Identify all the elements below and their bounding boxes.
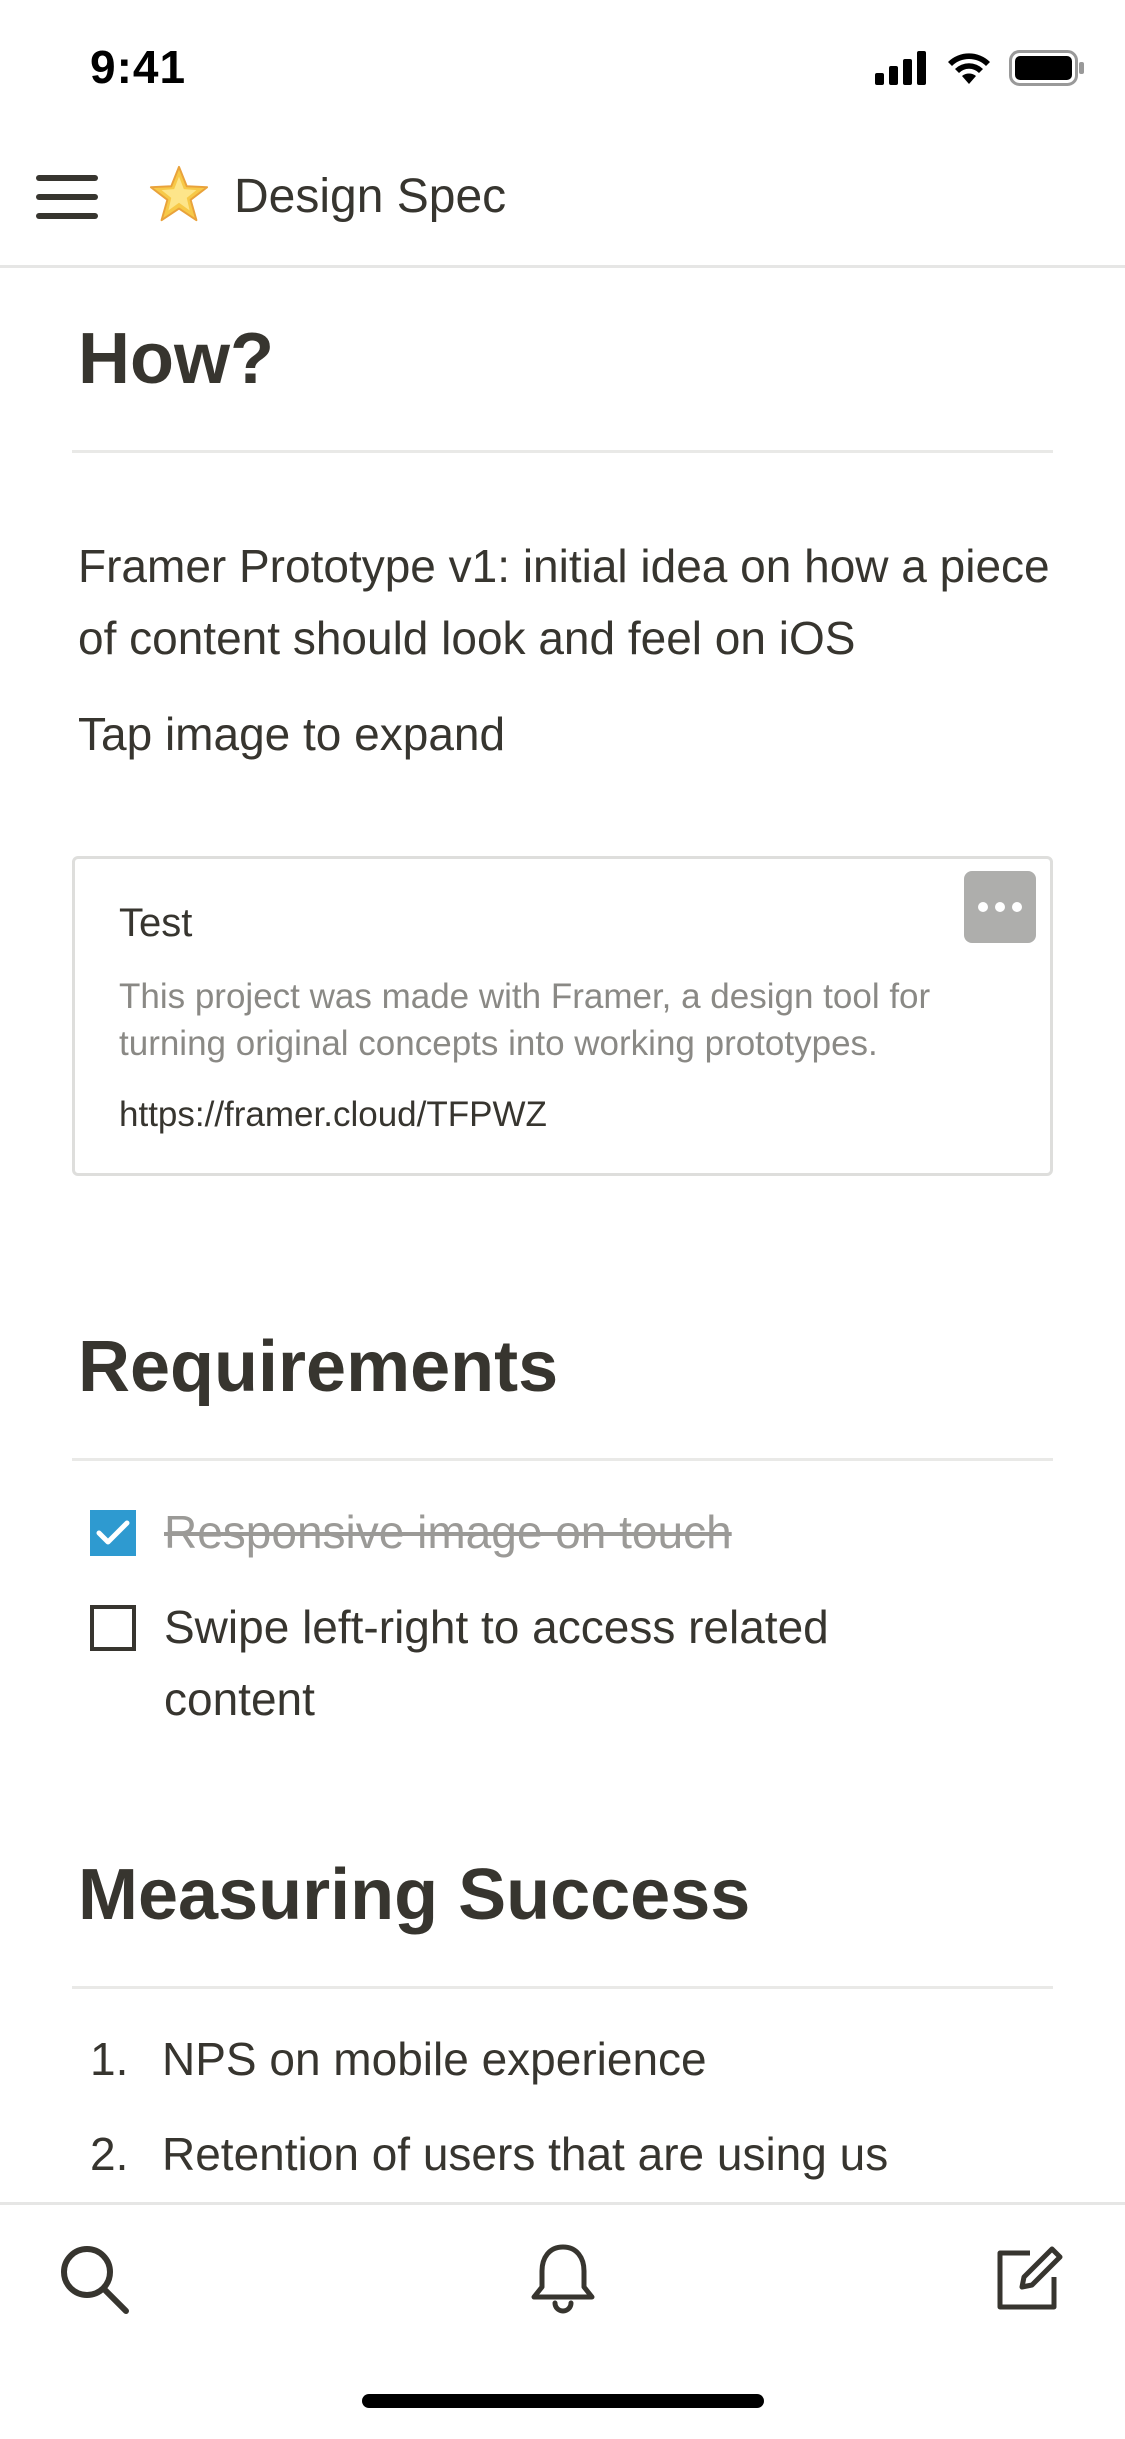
numbered-list-item: 2. Retention of users that are using us (90, 2118, 888, 2190)
bell-icon[interactable] (525, 2241, 601, 2317)
embed-description: This project was made with Framer, a des… (119, 977, 931, 1063)
battery-icon (1009, 50, 1084, 86)
paragraph: Framer Prototype v1: initial idea on how… (78, 540, 1050, 664)
top-bar: Design Spec (0, 135, 1125, 268)
menu-icon (36, 175, 98, 181)
divider (72, 450, 1053, 453)
divider (72, 1986, 1053, 1989)
list-text: NPS on mobile experience (162, 2033, 707, 2085)
status-icons (875, 48, 1085, 88)
heading-requirements: Requirements (78, 1327, 559, 1407)
list-number: 2. (90, 2128, 129, 2180)
todo-item[interactable]: Swipe left-right to access related conte… (90, 1591, 924, 1735)
signal-icon (875, 51, 926, 85)
framer-embed[interactable]: Test This project was made with Framer, … (72, 856, 1053, 1176)
checkbox-unchecked[interactable] (90, 1605, 136, 1651)
menu-button[interactable] (36, 171, 98, 223)
status-time: 9:41 (90, 41, 187, 93)
todo-text: Responsive image on touch (164, 1506, 732, 1558)
list-number: 1. (90, 2033, 129, 2085)
status-bar: 9:41 (0, 0, 1125, 135)
heading-how: How? (78, 319, 274, 399)
embed-title: Test (119, 901, 193, 945)
heading-measuring-success: Measuring Success (78, 1855, 751, 1935)
divider (72, 1458, 1053, 1461)
numbered-list-item: 1. NPS on mobile experience (90, 2023, 707, 2095)
todo-text: Swipe left-right to access related conte… (164, 1601, 829, 1725)
wifi-icon (948, 53, 990, 84)
hint-text: Tap image to expand (78, 708, 506, 760)
embed-url[interactable]: https://framer.cloud/TFPWZ (119, 1095, 547, 1135)
checkmark-icon (96, 1520, 130, 1545)
search-icon[interactable] (56, 2241, 132, 2317)
page-title[interactable]: Design Spec (234, 169, 506, 224)
list-text: Retention of users that are using us (162, 2128, 889, 2180)
star-icon[interactable] (148, 163, 210, 225)
ellipsis-icon (978, 902, 988, 912)
checkbox-checked[interactable] (90, 1510, 136, 1556)
todo-item[interactable]: Responsive image on touch (90, 1496, 924, 1568)
home-indicator[interactable] (362, 2394, 764, 2408)
compose-icon[interactable] (990, 2241, 1066, 2317)
more-options-button[interactable] (964, 871, 1036, 943)
